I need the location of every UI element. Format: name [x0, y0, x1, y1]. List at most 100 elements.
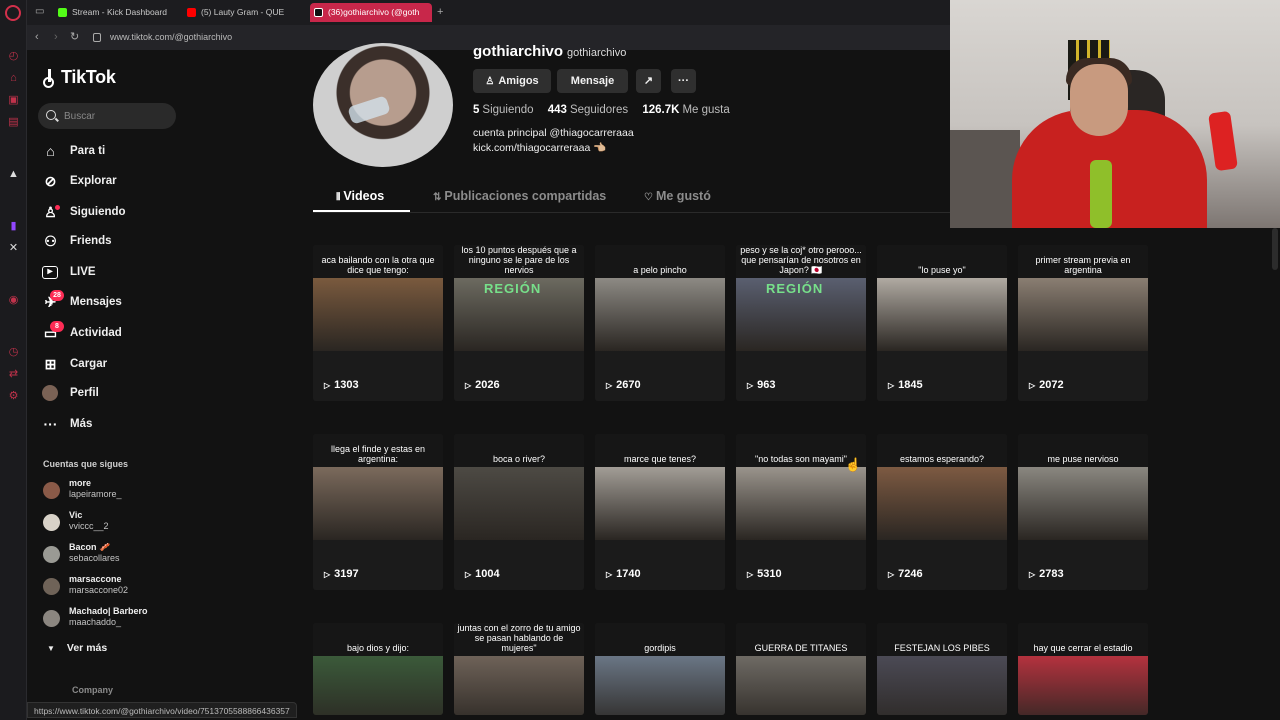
nav-upload[interactable]: ⊞ Cargar: [42, 352, 242, 376]
nav-more[interactable]: ··· Más: [42, 412, 242, 436]
followed-account[interactable]: Bacon 🥓 sebacollares: [43, 542, 243, 566]
x-icon[interactable]: ✕: [7, 242, 20, 255]
video-card[interactable]: a pelo pincho ▷ 2670: [595, 245, 725, 401]
view-count: ▷ 2670: [606, 379, 641, 391]
message-icon: ✈ 28: [42, 290, 64, 311]
video-card[interactable]: gorreados, sin laburo, sin un peso y se …: [736, 245, 866, 401]
background-shelf: [950, 130, 1020, 228]
history-icon[interactable]: ◴: [7, 50, 20, 63]
reload-icon[interactable]: ↻: [70, 29, 79, 46]
page-scrollbar[interactable]: [1272, 228, 1278, 270]
nav-label: LIVE: [70, 266, 96, 278]
play-icon: ▷: [747, 570, 754, 579]
tab-youtube[interactable]: (5) Lauty Gram - QUE: [183, 3, 303, 22]
more-options-button[interactable]: ···: [671, 69, 696, 93]
search-box[interactable]: [38, 103, 176, 129]
avatar: [43, 482, 60, 499]
screen: ◴ ⌂ ▣ ▤ ▲ ▮ ✕ ◉ ◷ ⇄ ⚙ ▭ Stream - Kick Da…: [0, 0, 1280, 720]
video-caption: GUERRA DE TITANES: [736, 623, 866, 656]
video-card[interactable]: FESTEJAN LOS PIBES: [877, 623, 1007, 715]
twitch-icon[interactable]: ▮: [7, 220, 20, 233]
pinboard-icon[interactable]: ▤: [7, 116, 20, 129]
video-thumbnail: [313, 278, 443, 351]
play-icon: ▷: [465, 381, 472, 390]
tab-videos[interactable]: ⦀ Videos: [336, 189, 384, 203]
nav-for-you[interactable]: ⌂ Para ti: [42, 139, 242, 163]
video-lower-area: [595, 540, 725, 590]
clock-icon[interactable]: ◷: [7, 346, 20, 359]
profile-handle: gothiarchivo gothiarchivo: [473, 43, 626, 60]
nav-profile[interactable]: Perfil: [42, 381, 242, 405]
followed-account[interactable]: marsaccone marsaccone02: [43, 574, 243, 598]
bag-icon[interactable]: ⌂: [7, 72, 20, 85]
video-card[interactable]: hay que cerrar el estadio: [1018, 623, 1148, 715]
video-card[interactable]: aca bailando con la otra que dice que te…: [313, 245, 443, 401]
video-card[interactable]: boca o river? ▷ 1004: [454, 434, 584, 590]
player-icon[interactable]: ◉: [7, 294, 20, 307]
search-input[interactable]: [64, 107, 170, 125]
account-name: Bacon 🥓: [69, 542, 111, 552]
back-icon[interactable]: ‹: [35, 29, 39, 46]
view-count-value: 3197: [334, 568, 359, 580]
video-thumbnail: [877, 467, 1007, 540]
view-count-value: 5310: [757, 568, 782, 580]
tiktok-logo[interactable]: TikTok: [42, 67, 116, 88]
nav-messages[interactable]: ✈ 28 Mensajes: [42, 290, 242, 314]
video-card[interactable]: mi amigo y yo en el 2pa2 con los 10 punt…: [454, 245, 584, 401]
settings-icon[interactable]: ⚙: [7, 390, 20, 403]
video-card[interactable]: me puse nervioso ▷ 2783: [1018, 434, 1148, 590]
tab-kick[interactable]: Stream - Kick Dashboard: [54, 3, 194, 22]
video-caption: "lo puse yo": [877, 245, 1007, 278]
video-card[interactable]: bajo dios y dijo:: [313, 623, 443, 715]
followed-account[interactable]: Vic vviccc__2: [43, 510, 243, 534]
video-card[interactable]: GUERRA DE TITANES: [736, 623, 866, 715]
video-card[interactable]: primer stream previa en argentina ▷ 2072: [1018, 245, 1148, 401]
tab-label: (5) Lauty Gram - QUE: [201, 7, 285, 17]
video-card[interactable]: llega el finde y estas en argentina: ▷ 319…: [313, 434, 443, 590]
video-caption: estamos esperando?: [877, 434, 1007, 467]
avatar: [43, 514, 60, 531]
flow-icon[interactable]: ⇄: [7, 368, 20, 381]
video-card[interactable]: estamos esperando? ▷ 7246: [877, 434, 1007, 590]
see-more-button[interactable]: ▼ Ver más: [47, 642, 107, 654]
activity-badge: 8: [50, 321, 64, 332]
tab-reposts[interactable]: ⇅ Publicaciones compartidas: [433, 189, 606, 203]
following-stat[interactable]: 5 Siguiendo: [473, 104, 534, 116]
followed-account[interactable]: more lapeiramore_: [43, 478, 243, 502]
workspace-icon[interactable]: ▭: [35, 6, 44, 17]
view-count-value: 1303: [334, 379, 359, 391]
new-tab-button[interactable]: +: [437, 3, 443, 22]
nav-label: Friends: [70, 235, 112, 247]
nav-following[interactable]: ♙ Siguiendo: [42, 200, 242, 224]
video-lower-area: [454, 351, 584, 401]
bio-link[interactable]: kick.com/thiagocarreraaa 👈🏼: [473, 141, 606, 154]
profile-subname: gothiarchivo: [567, 47, 627, 59]
nav-friends[interactable]: ⚇ Friends: [42, 229, 242, 253]
view-count-value: 1740: [616, 568, 641, 580]
video-card[interactable]: "lo puse yo" ▷ 1845: [877, 245, 1007, 401]
company-link[interactable]: Company: [72, 685, 113, 695]
share-button[interactable]: ↗: [636, 69, 661, 93]
friends-button[interactable]: ♙ Amigos: [473, 69, 551, 93]
tab-liked[interactable]: ♡ Me gustó: [644, 189, 711, 203]
tab-tiktok[interactable]: (36)gothiarchivo (@goth: [310, 3, 432, 22]
forward-icon[interactable]: ›: [54, 29, 58, 46]
url-field[interactable]: www.tiktok.com/@gothiarchivo: [110, 29, 232, 46]
home-icon: ⌂: [46, 143, 55, 159]
nav-activity[interactable]: ▭ 8 Actividad: [42, 321, 242, 345]
video-card[interactable]: marce que tenes? ▷ 1740: [595, 434, 725, 590]
nav-explore[interactable]: ⊘ Explorar: [42, 169, 242, 193]
person-check-icon: ♙: [485, 76, 495, 87]
nav-live[interactable]: ▸ LIVE: [42, 260, 242, 284]
followers-stat[interactable]: 443 Seguidores: [548, 104, 628, 116]
message-button[interactable]: Mensaje: [557, 69, 628, 93]
view-count: ▷ 963: [747, 379, 776, 391]
video-card[interactable]: gordipis: [595, 623, 725, 715]
followed-account[interactable]: Machado| Barbero maachaddo_: [43, 606, 243, 630]
tiktok-favicon-icon: [314, 8, 323, 17]
opera-logo-icon[interactable]: [5, 5, 21, 21]
wallet-icon[interactable]: ▣: [7, 94, 20, 107]
chevron-down-icon: ▼: [47, 644, 55, 653]
aria-icon[interactable]: ▲: [7, 168, 20, 181]
video-card[interactable]: ella: "de seguro cuando te juntas con el…: [454, 623, 584, 715]
